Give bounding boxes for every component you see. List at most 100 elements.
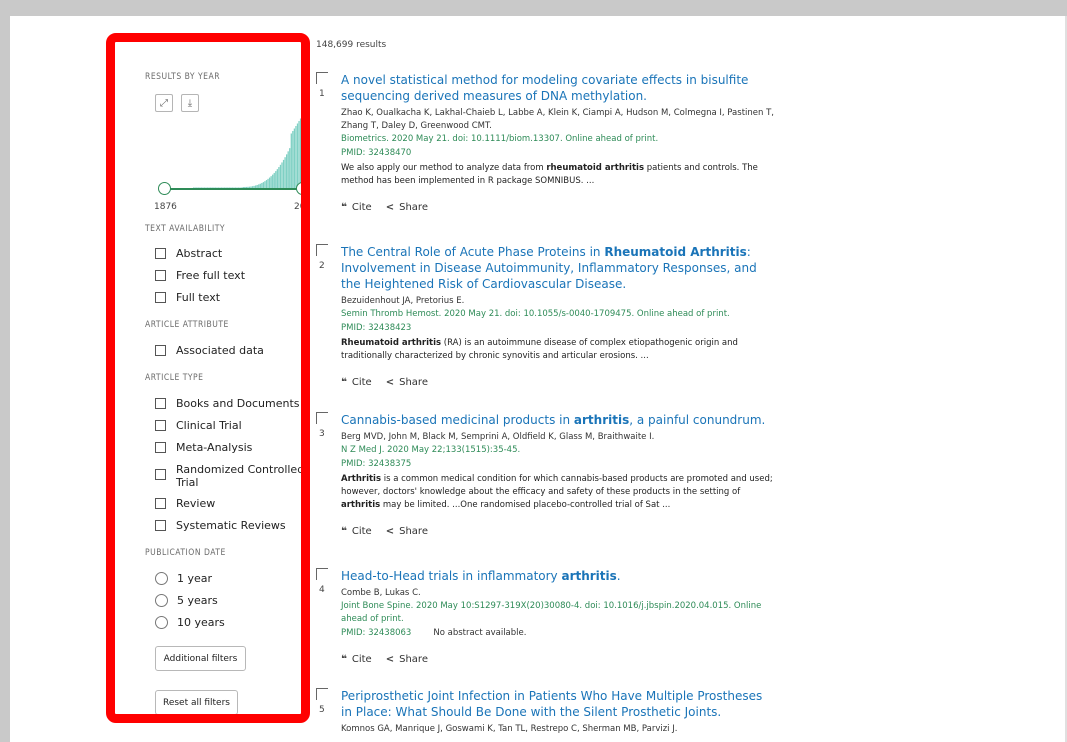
year-end-label: 2020 (294, 202, 304, 212)
cite-button[interactable]: ❝ Cite (341, 654, 372, 665)
result-number: 1 (319, 89, 325, 99)
quote-icon: ❝ (341, 377, 347, 388)
share-button[interactable]: < Share (386, 377, 428, 388)
filter-sidebar: RESULTS BY YEAR ⤢ ⤓ 1876 2020 TEXT AVAIL… (118, 36, 304, 716)
result-actions: ❝ Cite < Share (341, 526, 776, 537)
filter-associated-data[interactable]: Associated data (155, 344, 264, 357)
search-results-page: RESULTS BY YEAR ⤢ ⤓ 1876 2020 TEXT AVAIL… (10, 16, 1067, 742)
result-actions: ❝ Cite < Share (341, 654, 776, 665)
histogram-bar (272, 174, 274, 188)
filter-clinical-trial[interactable]: Clinical Trial (155, 419, 242, 432)
histogram-bar (287, 151, 289, 188)
result-title-link[interactable]: Head-to-Head trials in inflammatory arth… (341, 568, 776, 584)
share-icon: < (385, 526, 395, 537)
result-citation: Biometrics. 2020 May 21. doi: 10.1111/bi… (341, 134, 659, 144)
year-slider-start-handle[interactable] (158, 182, 171, 195)
checkbox[interactable] (155, 398, 166, 409)
filter-randomized-controlled-trial[interactable]: Randomized Controlled Trial (155, 463, 304, 489)
share-icon: < (385, 654, 395, 665)
result-item: 2 The Central Role of Acute Phase Protein… (316, 244, 776, 388)
result-snippet: Arthritis is a common medical condition … (341, 474, 773, 510)
result-citation: N Z Med J. 2020 May 22;133(1515):35-45. (341, 445, 521, 455)
result-actions: ❝ Cite < Share (341, 202, 776, 213)
filter-1-year[interactable]: 1 year (155, 572, 212, 585)
checkbox[interactable] (155, 498, 166, 509)
result-pmid: PMID: 32438423 (341, 323, 412, 333)
result-authors: Zhao K, Oualkacha K, Lakhal-Chaieb L, La… (341, 108, 774, 131)
histogram-bar (265, 180, 268, 188)
histogram-bar (282, 159, 285, 188)
year-histogram[interactable] (155, 116, 303, 190)
histogram-bar (289, 148, 291, 188)
histogram-bar (268, 177, 271, 188)
histogram-bar (295, 126, 297, 188)
result-select-checkbox[interactable] (316, 72, 328, 84)
year-start-label: 1876 (154, 202, 177, 212)
result-authors: Bezuidenhout JA, Pretorius E. (341, 296, 465, 306)
expand-icon[interactable]: ⤢ (155, 94, 173, 112)
cite-button[interactable]: ❝ Cite (341, 526, 372, 537)
share-button[interactable]: < Share (386, 526, 428, 537)
result-snippet: Rheumatoid arthritis (RA) is an autoimmu… (341, 338, 738, 361)
result-select-checkbox[interactable] (316, 244, 328, 256)
cite-button[interactable]: ❝ Cite (341, 202, 372, 213)
histogram-bar (284, 157, 286, 188)
checkbox[interactable] (155, 469, 166, 480)
histogram-bar (299, 118, 302, 188)
additional-filters-button[interactable]: Additional filters (155, 646, 246, 671)
checkbox[interactable] (155, 442, 166, 453)
result-citation: Semin Thromb Hemost. 2020 May 21. doi: 1… (341, 309, 730, 319)
result-title-link[interactable]: Periprosthetic Joint Infection in Patien… (341, 688, 776, 720)
filter-abstract[interactable]: Abstract (155, 247, 222, 260)
quote-icon: ❝ (341, 202, 347, 213)
radio[interactable] (155, 594, 168, 607)
result-actions: ❝ Cite < Share (341, 377, 776, 388)
result-number: 4 (319, 585, 325, 595)
filter-books-and-documents[interactable]: Books and Documents (155, 397, 300, 410)
histogram-bar (278, 167, 280, 188)
histogram-bar (270, 176, 272, 188)
no-abstract-note: No abstract available. (433, 628, 527, 638)
result-select-checkbox[interactable] (316, 412, 328, 424)
result-title-link[interactable]: Cannabis-based medicinal products in art… (341, 412, 776, 428)
checkbox[interactable] (155, 420, 166, 431)
checkbox[interactable] (155, 520, 166, 531)
radio[interactable] (155, 572, 168, 585)
result-item: 3 Cannabis-based medicinal products in ar… (316, 412, 776, 537)
result-select-checkbox[interactable] (316, 568, 328, 580)
result-pmid: PMID: 32438063 No abstract available. (341, 628, 527, 638)
checkbox[interactable] (155, 248, 166, 259)
filter-free-full-text[interactable]: Free full text (155, 269, 245, 282)
share-icon: < (385, 202, 395, 213)
histogram-bar (267, 178, 269, 188)
filter-meta-analysis[interactable]: Meta-Analysis (155, 441, 252, 454)
result-title-link[interactable]: A novel statistical method for modeling … (341, 72, 776, 104)
histogram-bar (290, 133, 292, 188)
histogram-bar (275, 171, 277, 188)
year-slider-track[interactable] (164, 188, 302, 190)
result-number: 3 (319, 429, 325, 439)
result-authors: Combe B, Lukas C. (341, 588, 421, 598)
result-select-checkbox[interactable] (316, 688, 328, 700)
year-slider-end-handle[interactable] (296, 182, 304, 195)
result-item: 1 A novel statistical method for modeling… (316, 72, 776, 213)
share-button[interactable]: < Share (386, 654, 428, 665)
filter-systematic-reviews[interactable]: Systematic Reviews (155, 519, 286, 532)
share-icon: < (385, 377, 395, 388)
histogram-bar (264, 181, 266, 188)
checkbox[interactable] (155, 345, 166, 356)
checkbox[interactable] (155, 292, 166, 303)
result-title-link[interactable]: The Central Role of Acute Phase Proteins… (341, 244, 776, 292)
filter-full-text[interactable]: Full text (155, 291, 220, 304)
checkbox[interactable] (155, 270, 166, 281)
share-button[interactable]: < Share (386, 202, 428, 213)
filter-10-years[interactable]: 10 years (155, 616, 225, 629)
histogram-bar (292, 131, 294, 188)
reset-all-filters-button[interactable]: Reset all filters (155, 690, 238, 715)
filter-review[interactable]: Review (155, 497, 215, 510)
cite-button[interactable]: ❝ Cite (341, 377, 372, 388)
download-icon[interactable]: ⤓ (181, 94, 199, 112)
article-type-heading: ARTICLE TYPE (145, 373, 204, 383)
radio[interactable] (155, 616, 168, 629)
filter-5-years[interactable]: 5 years (155, 594, 218, 607)
